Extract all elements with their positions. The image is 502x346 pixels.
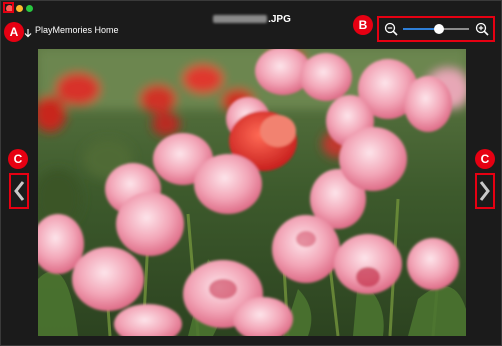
chevron-right-icon bbox=[479, 181, 490, 201]
zoom-in-icon[interactable] bbox=[475, 22, 489, 36]
zoom-slider[interactable] bbox=[403, 24, 469, 34]
window-minimize-button[interactable] bbox=[16, 5, 23, 12]
callout-badge-a: A bbox=[4, 22, 24, 42]
viewer-window: .JPG PlayMemories Home A B C C bbox=[0, 0, 502, 346]
zoom-out-icon[interactable] bbox=[384, 22, 398, 36]
app-title[interactable]: PlayMemories Home bbox=[35, 25, 119, 35]
chevron-left-icon bbox=[14, 181, 25, 201]
download-arrow-icon[interactable] bbox=[24, 28, 32, 38]
zoom-slider-thumb[interactable] bbox=[434, 24, 445, 34]
close-button-highlight bbox=[3, 2, 14, 13]
callout-badge-c-right: C bbox=[475, 149, 495, 169]
zoom-control bbox=[377, 16, 495, 42]
file-extension: .JPG bbox=[268, 14, 291, 25]
previous-image-button[interactable] bbox=[9, 173, 29, 209]
window-zoom-button[interactable] bbox=[26, 5, 33, 12]
callout-badge-c-left: C bbox=[8, 149, 28, 169]
tulip-photo bbox=[38, 49, 466, 336]
next-image-button[interactable] bbox=[475, 173, 495, 209]
callout-badge-b: B bbox=[353, 15, 373, 35]
redacted-filename bbox=[213, 15, 268, 24]
